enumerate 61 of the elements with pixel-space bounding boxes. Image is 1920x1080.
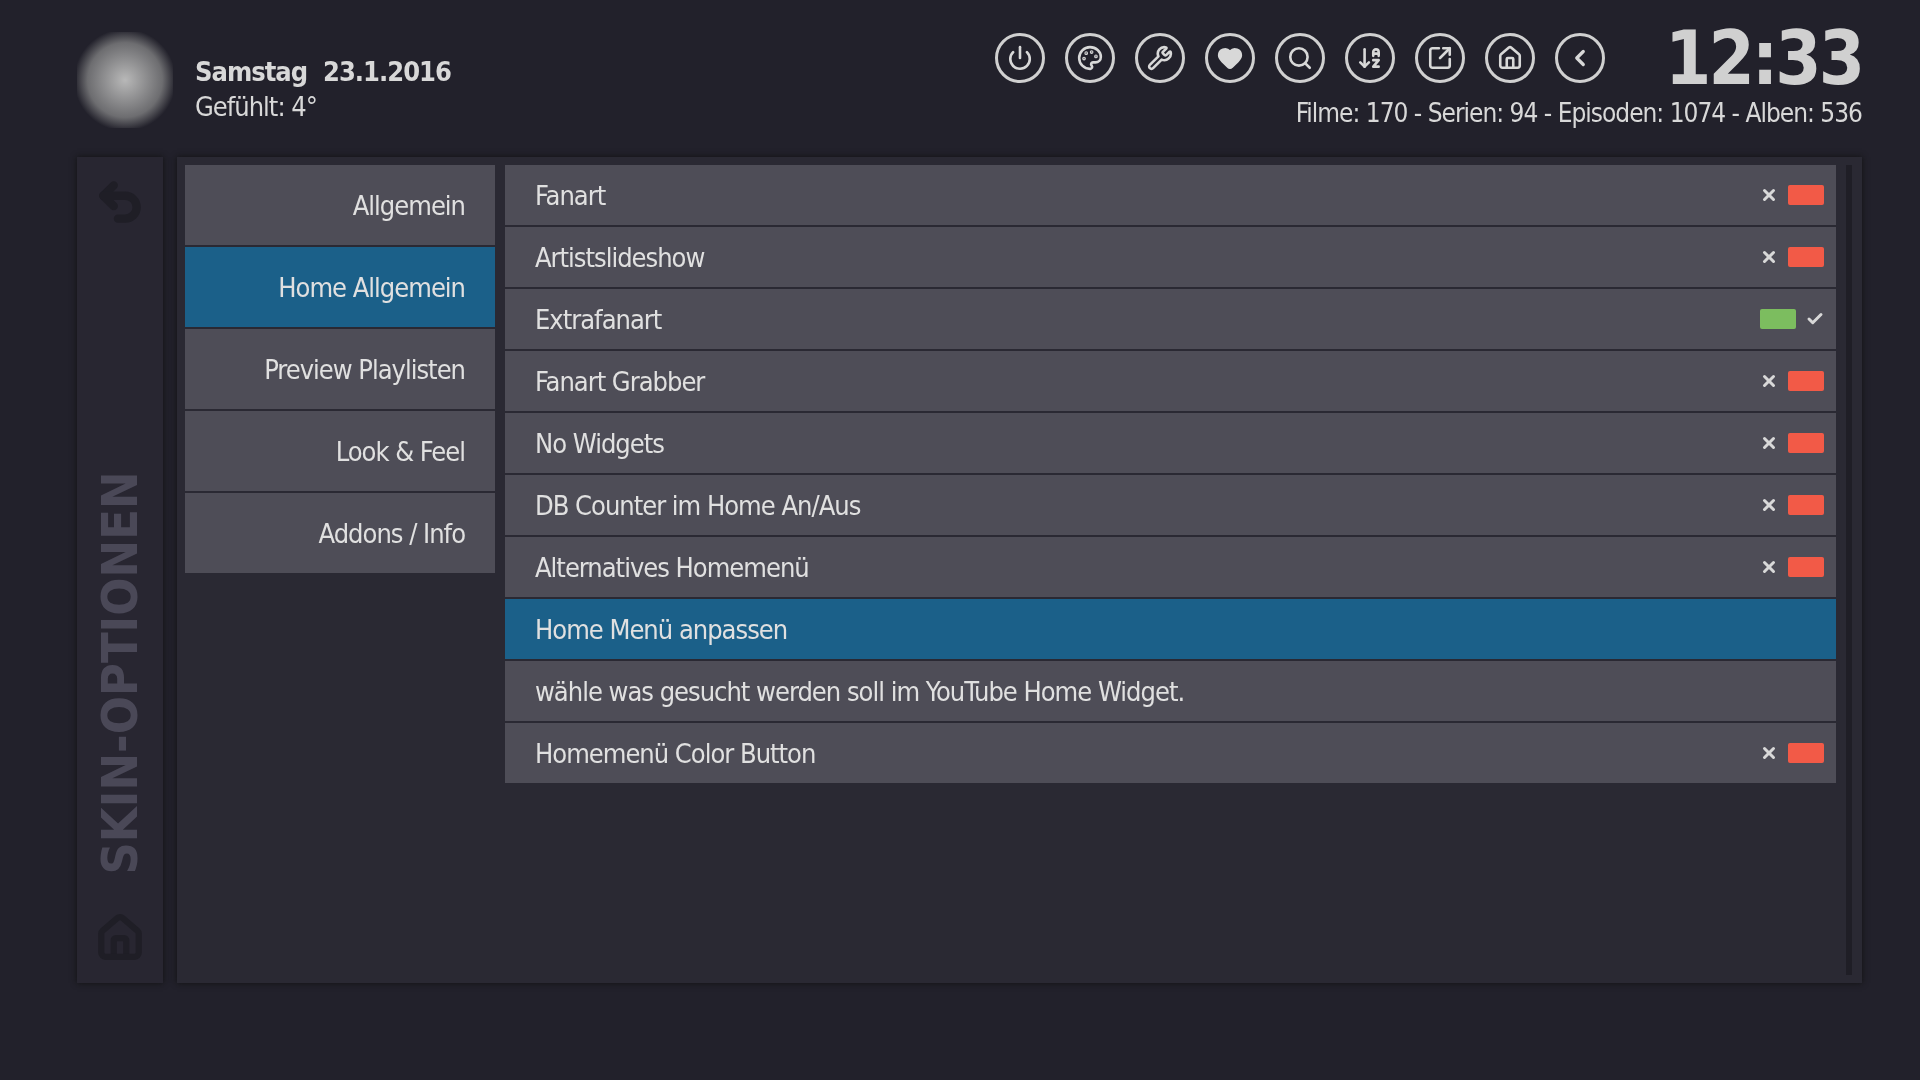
heart-icon bbox=[1217, 45, 1244, 71]
close-icon bbox=[1760, 186, 1778, 204]
weekday: Samstag bbox=[195, 56, 308, 87]
toggle-switch[interactable] bbox=[1788, 247, 1824, 267]
clock: 12:33 bbox=[1665, 18, 1862, 98]
house-icon bbox=[1497, 45, 1524, 71]
setting-label: Home Menü anpassen bbox=[535, 613, 788, 645]
setting-row[interactable]: Artistslideshow bbox=[505, 227, 1836, 287]
tools-button[interactable] bbox=[1135, 33, 1186, 83]
category-item[interactable]: Look & Feel bbox=[185, 411, 495, 491]
toggle-switch[interactable] bbox=[1760, 309, 1796, 329]
export-icon bbox=[1427, 45, 1454, 71]
toggle-switch[interactable] bbox=[1788, 495, 1824, 515]
power-button[interactable] bbox=[995, 33, 1046, 83]
close-icon bbox=[1760, 496, 1778, 514]
export-button[interactable] bbox=[1415, 33, 1466, 83]
feels-like-temperature: Gefühlt: 4° bbox=[195, 91, 318, 122]
setting-row[interactable]: Alternatives Homemenü bbox=[505, 537, 1836, 597]
toggle-switch[interactable] bbox=[1788, 743, 1824, 763]
sort-button[interactable] bbox=[1345, 33, 1396, 83]
setting-label: Artistslideshow bbox=[535, 241, 705, 273]
palette-icon bbox=[1077, 45, 1104, 71]
close-icon bbox=[1760, 558, 1778, 576]
setting-row[interactable]: wähle was gesucht werden soll im YouTube Home Widget. bbox=[505, 661, 1836, 721]
heart-button[interactable] bbox=[1205, 33, 1256, 83]
setting-label: No Widgets bbox=[535, 427, 664, 459]
close-icon bbox=[1760, 248, 1778, 266]
category-item[interactable]: Preview Playlisten bbox=[185, 329, 495, 409]
setting-row[interactable]: Fanart Grabber bbox=[505, 351, 1836, 411]
date: 23.1.2016 bbox=[323, 56, 451, 87]
setting-label: Fanart Grabber bbox=[535, 365, 705, 397]
setting-row[interactable]: Fanart bbox=[505, 165, 1836, 225]
setting-row[interactable]: Extrafanart bbox=[505, 289, 1836, 349]
palette-button[interactable] bbox=[1065, 33, 1116, 83]
wrench-icon bbox=[1147, 45, 1174, 71]
toggle-switch[interactable] bbox=[1788, 557, 1824, 577]
setting-row[interactable]: Home Menü anpassen bbox=[505, 599, 1836, 659]
search-icon bbox=[1287, 45, 1314, 71]
close-icon bbox=[1760, 744, 1778, 762]
setting-row[interactable]: Homemenü Color Button bbox=[505, 723, 1836, 783]
toggle-switch[interactable] bbox=[1788, 371, 1824, 391]
setting-row[interactable]: No Widgets bbox=[505, 413, 1836, 473]
setting-label: DB Counter im Home An/Aus bbox=[535, 489, 861, 521]
setting-label: Alternatives Homemenü bbox=[535, 551, 809, 583]
category-item[interactable]: Allgemein bbox=[185, 165, 495, 245]
home-button[interactable] bbox=[1485, 33, 1536, 83]
setting-row[interactable]: DB Counter im Home An/Aus bbox=[505, 475, 1836, 535]
setting-label: wähle was gesucht werden soll im YouTube Home Widget. bbox=[535, 675, 1185, 707]
back-button[interactable] bbox=[1555, 33, 1606, 83]
toggle-switch[interactable] bbox=[1788, 185, 1824, 205]
category-item[interactable]: Home Allgemein bbox=[185, 247, 495, 327]
power-icon bbox=[1007, 45, 1034, 71]
setting-label: Fanart bbox=[535, 179, 606, 211]
close-icon bbox=[1760, 434, 1778, 452]
library-counts: Filme: 170 - Serien: 94 - Episoden: 1074 - Alben: 536 bbox=[1295, 98, 1862, 128]
category-item[interactable]: Addons / Info bbox=[185, 493, 495, 573]
toggle-switch[interactable] bbox=[1788, 433, 1824, 453]
setting-label: Homemenü Color Button bbox=[535, 737, 816, 769]
close-icon bbox=[1760, 372, 1778, 390]
search-button[interactable] bbox=[1275, 33, 1326, 83]
setting-label: Extrafanart bbox=[535, 303, 662, 335]
